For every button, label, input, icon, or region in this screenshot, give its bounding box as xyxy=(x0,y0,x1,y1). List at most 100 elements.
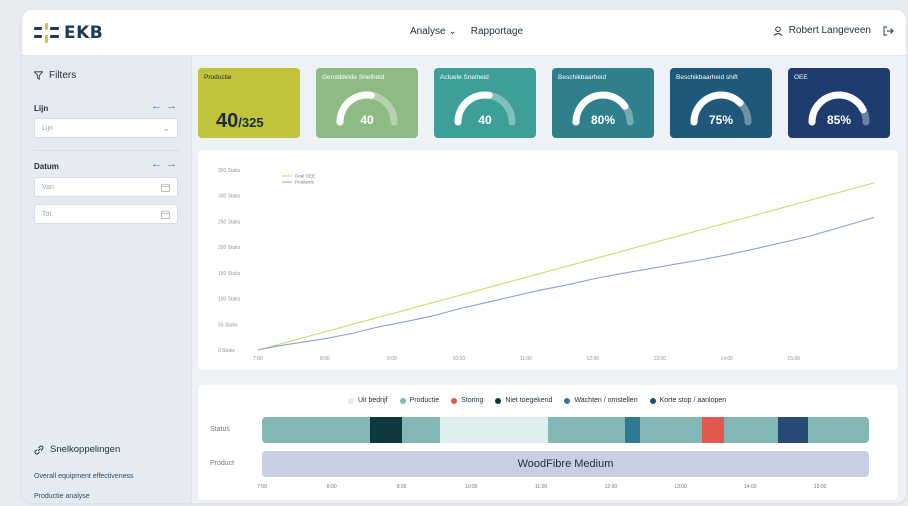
app-window: EKB Analyse ⌄ Rapportage Robert Langevee… xyxy=(22,10,906,503)
x-tick-label: 7:00 xyxy=(253,356,263,362)
timeline-tick-label: 13:00 xyxy=(674,484,687,490)
legend-item[interactable]: Korte stop / aanlopen xyxy=(649,397,726,404)
kpi-card[interactable]: Actuele Snelheid 40 xyxy=(434,68,536,138)
kpi-card[interactable]: Productie 40/325 xyxy=(198,68,300,138)
arrow-right-icon[interactable]: → xyxy=(166,158,181,170)
quicklinks-heading: Snelkoppelingen xyxy=(34,444,120,455)
production-target: /325 xyxy=(238,115,264,130)
x-tick-label: 13:00 xyxy=(653,356,666,362)
x-tick-label: 8:00 xyxy=(320,356,330,362)
y-tick-label: 300 Stuks xyxy=(218,194,241,200)
status-segment[interactable] xyxy=(808,417,869,443)
user-name: Robert Langeveen xyxy=(788,25,871,36)
nav-analyse[interactable]: Analyse ⌄ xyxy=(410,26,457,37)
legend-label: Wachten / omstellen xyxy=(574,397,638,404)
status-segment[interactable] xyxy=(548,417,626,443)
filters-heading: Filters xyxy=(34,70,76,81)
production-line-chart: 0 Stuks 50 Stuks 100 Stuks 150 Stuks 200 Stu… xyxy=(218,168,875,362)
filter-sidebar: Filters Lijn ←→ Lijn ⌄ Datum ←→ Van Tot … xyxy=(22,56,192,503)
kpi-card[interactable]: Gemiddelde Snelheid 40 xyxy=(316,68,418,138)
product-bar[interactable]: WoodFibre Medium xyxy=(262,451,869,477)
calendar-icon[interactable] xyxy=(161,210,170,219)
kpi-card-title: Gemiddelde Snelheid xyxy=(322,74,385,81)
date-step-arrows: ←→ xyxy=(151,158,181,170)
logout-icon[interactable] xyxy=(883,26,894,36)
kpi-card-title: Actuele Snelheid xyxy=(440,74,489,81)
status-segment[interactable] xyxy=(701,417,725,443)
main-nav: Analyse ⌄ Rapportage xyxy=(410,26,523,37)
legend-item[interactable]: Productie xyxy=(399,397,440,404)
arrow-left-icon[interactable]: ← xyxy=(151,100,166,112)
logo-text: EKB xyxy=(64,23,104,43)
legend-label: Storing xyxy=(461,397,484,404)
status-bar[interactable] xyxy=(262,417,869,443)
legend-label: Productie xyxy=(295,180,315,185)
legend-item[interactable]: Niet toegekend xyxy=(495,397,552,404)
kpi-card[interactable]: Beschikbaarheid shift 75% xyxy=(670,68,772,138)
legend-dot xyxy=(495,397,502,404)
kpi-card[interactable]: OEE 85% xyxy=(788,68,890,138)
gauge-value: 40 xyxy=(478,113,492,127)
arrow-right-icon[interactable]: → xyxy=(166,100,181,112)
status-segment[interactable] xyxy=(778,417,809,443)
kpi-card-title: Beschikbaarheid xyxy=(558,74,607,81)
x-tick-label: 12:00 xyxy=(587,356,600,362)
gauge-value: 85% xyxy=(826,113,852,127)
y-tick-label: 0 Stuks xyxy=(218,348,235,354)
legend-dot xyxy=(649,397,656,404)
legend-item[interactable]: Storing xyxy=(451,397,483,404)
timeline-legend: Uit bedrijf Productie Storing Niet toegeken… xyxy=(348,397,726,404)
production-chart-panel: 0 Stuks 50 Stuks 100 Stuks 150 Stuks 200 Stu… xyxy=(198,150,898,370)
status-segment[interactable] xyxy=(723,417,779,443)
status-segment[interactable] xyxy=(401,417,441,443)
quicklink-production-analysis[interactable]: Productie analyse xyxy=(34,493,134,501)
legend-label: Uit bedrijf xyxy=(358,397,388,404)
timeline-tick-label: 9:00 xyxy=(396,484,407,490)
legend-label: Niet toegekend xyxy=(505,397,553,404)
x-tick-label: 14:00 xyxy=(720,356,733,362)
ekb-logo[interactable]: EKB xyxy=(34,22,103,44)
calendar-icon[interactable] xyxy=(161,183,170,192)
gauge-value: 75% xyxy=(708,113,734,127)
quicklink-oee[interactable]: Overall equipment effectiveness xyxy=(34,473,134,481)
divider xyxy=(34,150,180,151)
gauge-value: 80% xyxy=(590,113,616,127)
legend-label: Productie xyxy=(409,397,440,404)
ekb-logo-mark xyxy=(34,23,60,43)
line-filter-label: Lijn xyxy=(34,104,49,113)
legend-label: Doel OEE xyxy=(295,174,315,179)
date-to-field[interactable]: Tot xyxy=(34,204,178,224)
legend-item[interactable]: Wachten / omstellen xyxy=(564,397,638,404)
line-select[interactable]: Lijn ⌄ xyxy=(34,118,178,138)
link-icon xyxy=(34,445,44,454)
status-row-label: Status xyxy=(210,426,230,433)
kpi-card-title: OEE xyxy=(794,74,808,81)
production-count: 40/325 xyxy=(216,110,264,133)
legend-item[interactable]: Uit bedrijf xyxy=(348,397,388,404)
status-segment[interactable] xyxy=(439,417,549,443)
nav-rapportage[interactable]: Rapportage xyxy=(471,26,523,37)
status-segment[interactable] xyxy=(370,417,402,443)
timeline-tick-label: 12:00 xyxy=(604,484,618,490)
status-segment[interactable] xyxy=(640,417,703,443)
timeline-tick-label: 14:00 xyxy=(744,484,757,490)
y-tick-label: 150 Stuks xyxy=(218,271,241,277)
production-value: 40 xyxy=(216,110,239,132)
legend-dot xyxy=(348,397,354,404)
x-tick-label: 9:00 xyxy=(387,356,397,362)
status-segment[interactable] xyxy=(624,417,641,443)
timeline-tick-label: 10:00 xyxy=(465,484,478,490)
x-tick-label: 15:00 xyxy=(787,356,800,362)
timeline-tick-label: 11:00 xyxy=(535,484,548,490)
user-icon xyxy=(773,25,783,36)
user-menu[interactable]: Robert Langeveen xyxy=(773,25,894,36)
y-tick-label: 250 Stuks xyxy=(218,219,241,225)
product-row-label: Product xyxy=(210,460,235,467)
kpi-card[interactable]: Beschikbaarheid 80% xyxy=(552,68,654,138)
date-from-field[interactable]: Van xyxy=(34,177,178,197)
series-line xyxy=(257,216,875,351)
status-timeline-panel: Uit bedrijf Productie Storing Niet toegeken… xyxy=(198,385,898,500)
legend-dot xyxy=(564,397,571,404)
arrow-left-icon[interactable]: ← xyxy=(151,158,166,170)
status-segment[interactable] xyxy=(262,417,371,443)
